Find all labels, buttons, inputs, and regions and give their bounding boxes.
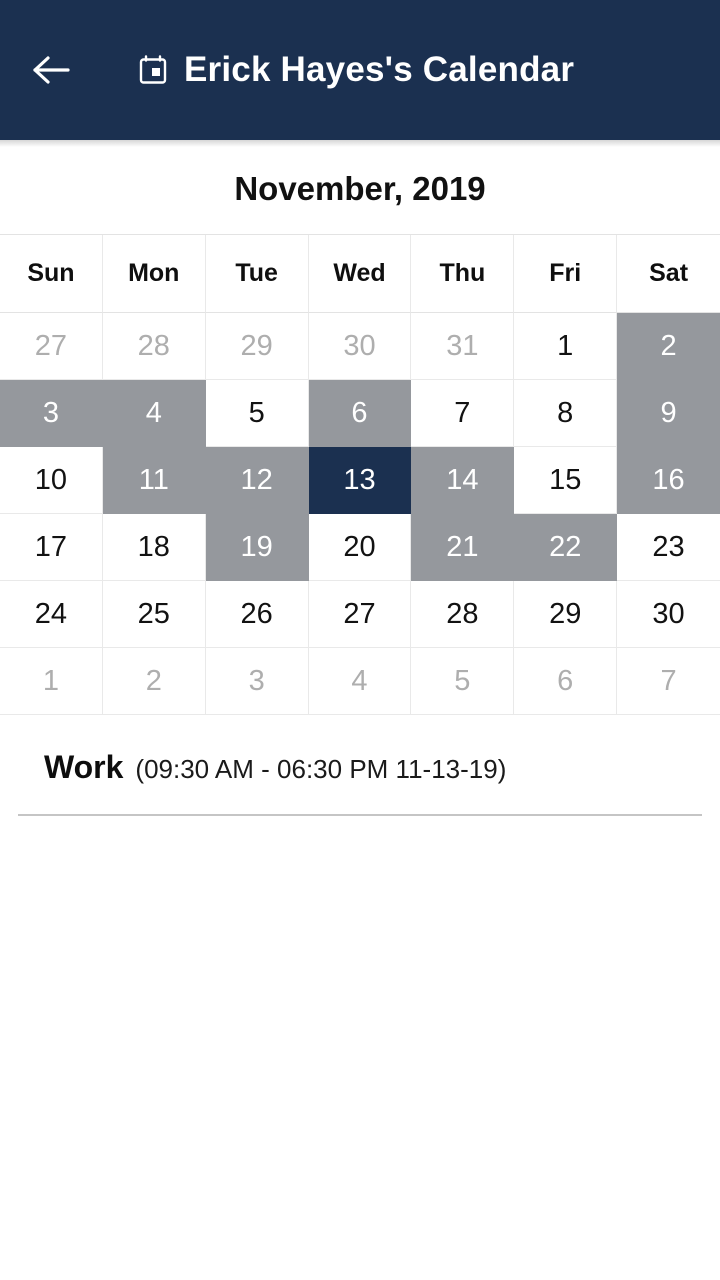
calendar-day-cell[interactable]: 7 (411, 380, 515, 447)
month-title: November, 2019 (234, 170, 486, 207)
calendar-day-cell[interactable]: 27 (308, 581, 412, 648)
calendar-day-cell[interactable]: 2 (617, 313, 720, 380)
calendar-day-cell[interactable]: 25 (102, 581, 206, 648)
calendar-grid: Sun Mon Tue Wed Thu Fri Sat 27 28 29 30 31 1 2 3 4 5 6 7 8… (0, 234, 720, 715)
calendar-weeks: 27 28 29 30 31 1 2 3 4 5 6 7 8 9 10 11 12 13 14 15 16 17 18 19 2… (0, 313, 720, 715)
back-button[interactable] (26, 44, 78, 96)
weekday-header-thu: Thu (411, 235, 515, 313)
back-arrow-icon (32, 53, 72, 87)
event-divider (18, 814, 702, 816)
calendar-day-cell[interactable]: 3 (0, 380, 103, 447)
weekday-header-mon: Mon (102, 235, 206, 313)
calendar-day-cell[interactable]: 19 (205, 514, 309, 581)
calendar-day-cell[interactable]: 29 (205, 313, 309, 380)
event-title: Work (44, 749, 124, 785)
calendar-day-cell[interactable]: 16 (617, 447, 720, 514)
calendar-day-cell[interactable]: 14 (411, 447, 515, 514)
calendar-day-cell[interactable]: 15 (514, 447, 618, 514)
weekday-header-row: Sun Mon Tue Wed Thu Fri Sat (0, 235, 720, 313)
calendar-day-cell[interactable]: 2 (102, 648, 206, 715)
calendar-day-cell[interactable]: 4 (308, 648, 412, 715)
weekday-header-fri: Fri (514, 235, 618, 313)
calendar-day-cell[interactable]: 31 (411, 313, 515, 380)
calendar-day-cell[interactable]: 17 (0, 514, 103, 581)
calendar-day-cell[interactable]: 5 (205, 380, 309, 447)
calendar-week-row: 3456789 (0, 380, 720, 447)
calendar-day-cell[interactable]: 24 (0, 581, 103, 648)
calendar-day-cell[interactable]: 4 (102, 380, 206, 447)
calendar-day-cell[interactable]: 28 (411, 581, 515, 648)
calendar-day-cell[interactable]: 20 (308, 514, 412, 581)
calendar-week-row: 24 25 26 27 28 29 30 (0, 581, 720, 648)
calendar-day-cell[interactable]: 21 (411, 514, 515, 581)
calendar-week-row: 1234567 (0, 648, 720, 715)
calendar-day-cell[interactable]: 30 (308, 313, 412, 380)
calendar-day-cell[interactable]: 6 (308, 380, 412, 447)
calendar-day-cell[interactable]: 1 (514, 313, 618, 380)
event-time-range: (09:30 AM - 06:30 PM 11-13-19) (135, 754, 507, 784)
calendar-day-cell[interactable]: 22 (514, 514, 618, 581)
calendar-day-cell[interactable]: 7 (617, 648, 720, 715)
calendar-day-cell[interactable]: 29 (514, 581, 618, 648)
weekday-header-sat: Sat (617, 235, 720, 313)
page-title: Erick Hayes's Calendar (184, 50, 575, 89)
calendar-day-cell[interactable]: 11 (102, 447, 206, 514)
app-bar: Erick Hayes's Calendar (0, 0, 720, 147)
calendar-day-cell[interactable]: 8 (514, 380, 618, 447)
calendar-day-cell[interactable]: 27 (0, 313, 103, 380)
calendar-day-cell[interactable]: 6 (514, 648, 618, 715)
app-bar-title-group: Erick Hayes's Calendar (138, 50, 574, 90)
weekday-header-tue: Tue (205, 235, 309, 313)
calendar-day-cell[interactable]: 26 (205, 581, 309, 648)
calendar-day-cell[interactable]: 9 (617, 380, 720, 447)
calendar-icon (138, 54, 168, 86)
weekday-header-wed: Wed (308, 235, 412, 313)
calendar-day-cell[interactable]: 30 (617, 581, 720, 648)
event-list: Work (09:30 AM - 06:30 PM 11-13-19) (0, 715, 720, 816)
calendar-week-row: 10 11 12 13 14 15 16 (0, 447, 720, 514)
calendar-day-cell[interactable]: 13 (308, 447, 412, 514)
calendar-day-cell[interactable]: 28 (102, 313, 206, 380)
calendar-day-cell[interactable]: 23 (617, 514, 720, 581)
calendar-day-cell[interactable]: 3 (205, 648, 309, 715)
weekday-header-sun: Sun (0, 235, 103, 313)
calendar-week-row: 27 28 29 30 31 1 2 (0, 313, 720, 380)
calendar-day-cell[interactable]: 12 (205, 447, 309, 514)
calendar-day-cell[interactable]: 10 (0, 447, 103, 514)
event-item[interactable]: Work (09:30 AM - 06:30 PM 11-13-19) (0, 749, 720, 786)
calendar-day-cell[interactable]: 1 (0, 648, 103, 715)
calendar-week-row: 17 18 19 20 21 22 23 (0, 514, 720, 581)
calendar-day-cell[interactable]: 18 (102, 514, 206, 581)
calendar-day-cell[interactable]: 5 (411, 648, 515, 715)
